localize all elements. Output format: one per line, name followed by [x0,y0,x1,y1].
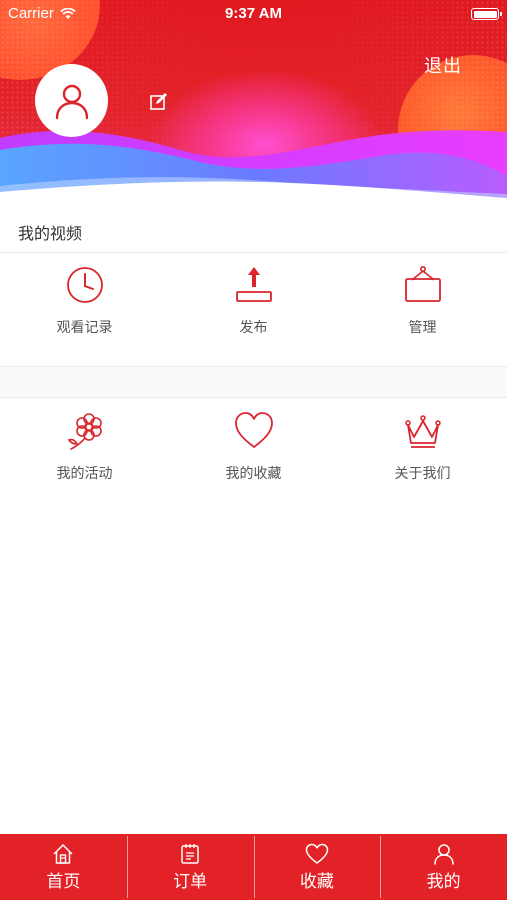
divider [0,252,507,253]
status-bar: Carrier 9:37 AM [0,0,507,28]
clock-icon [66,267,103,303]
manage-button[interactable]: 管理 [338,265,507,337]
home-icon [53,843,73,864]
notepad-icon [181,843,199,864]
my-favorites-button[interactable]: 我的收藏 [169,411,338,483]
person-icon [55,84,88,119]
crown-icon [404,415,441,448]
battery-icon [471,8,502,20]
hanging-sign-icon [404,265,441,302]
my-activities-label: 我的活动 [56,465,113,481]
bottom-tab-bar: 首页 订单 收藏 我的 [0,834,507,900]
tab-orders-label: 订单 [173,871,208,891]
upload-icon [235,267,272,302]
tab-me-label: 我的 [426,871,461,891]
heart-icon [305,843,329,864]
person-icon [433,843,454,865]
about-us-label: 关于我们 [394,465,451,481]
logout-button[interactable]: 退出 [424,52,462,78]
about-us-button[interactable]: 关于我们 [338,411,507,483]
tab-home[interactable]: 首页 [0,834,127,900]
my-activities-button[interactable]: 我的活动 [0,411,169,483]
my-videos-grid: 观看记录 发布 管理 [0,265,507,337]
tab-me[interactable]: 我的 [380,834,507,900]
tab-orders[interactable]: 订单 [126,834,254,900]
more-grid: 我的活动 我的收藏 关于我们 [0,411,507,483]
publish-label: 发布 [239,319,268,335]
tab-favorites-label: 收藏 [299,871,334,891]
avatar[interactable] [35,64,108,137]
watch-history-button[interactable]: 观看记录 [0,265,169,337]
section-title-my-videos: 我的视频 [18,226,83,243]
clock-time: 9:37 AM [225,5,282,22]
heart-icon [234,412,273,448]
tab-favorites[interactable]: 收藏 [253,834,381,900]
edit-icon[interactable] [149,92,169,112]
my-favorites-label: 我的收藏 [225,465,282,481]
section-separator [0,366,507,398]
flower-icon [67,413,102,450]
tab-home-label: 首页 [46,871,81,891]
watch-history-label: 观看记录 [56,319,113,335]
publish-button[interactable]: 发布 [169,265,338,337]
manage-label: 管理 [408,319,437,335]
